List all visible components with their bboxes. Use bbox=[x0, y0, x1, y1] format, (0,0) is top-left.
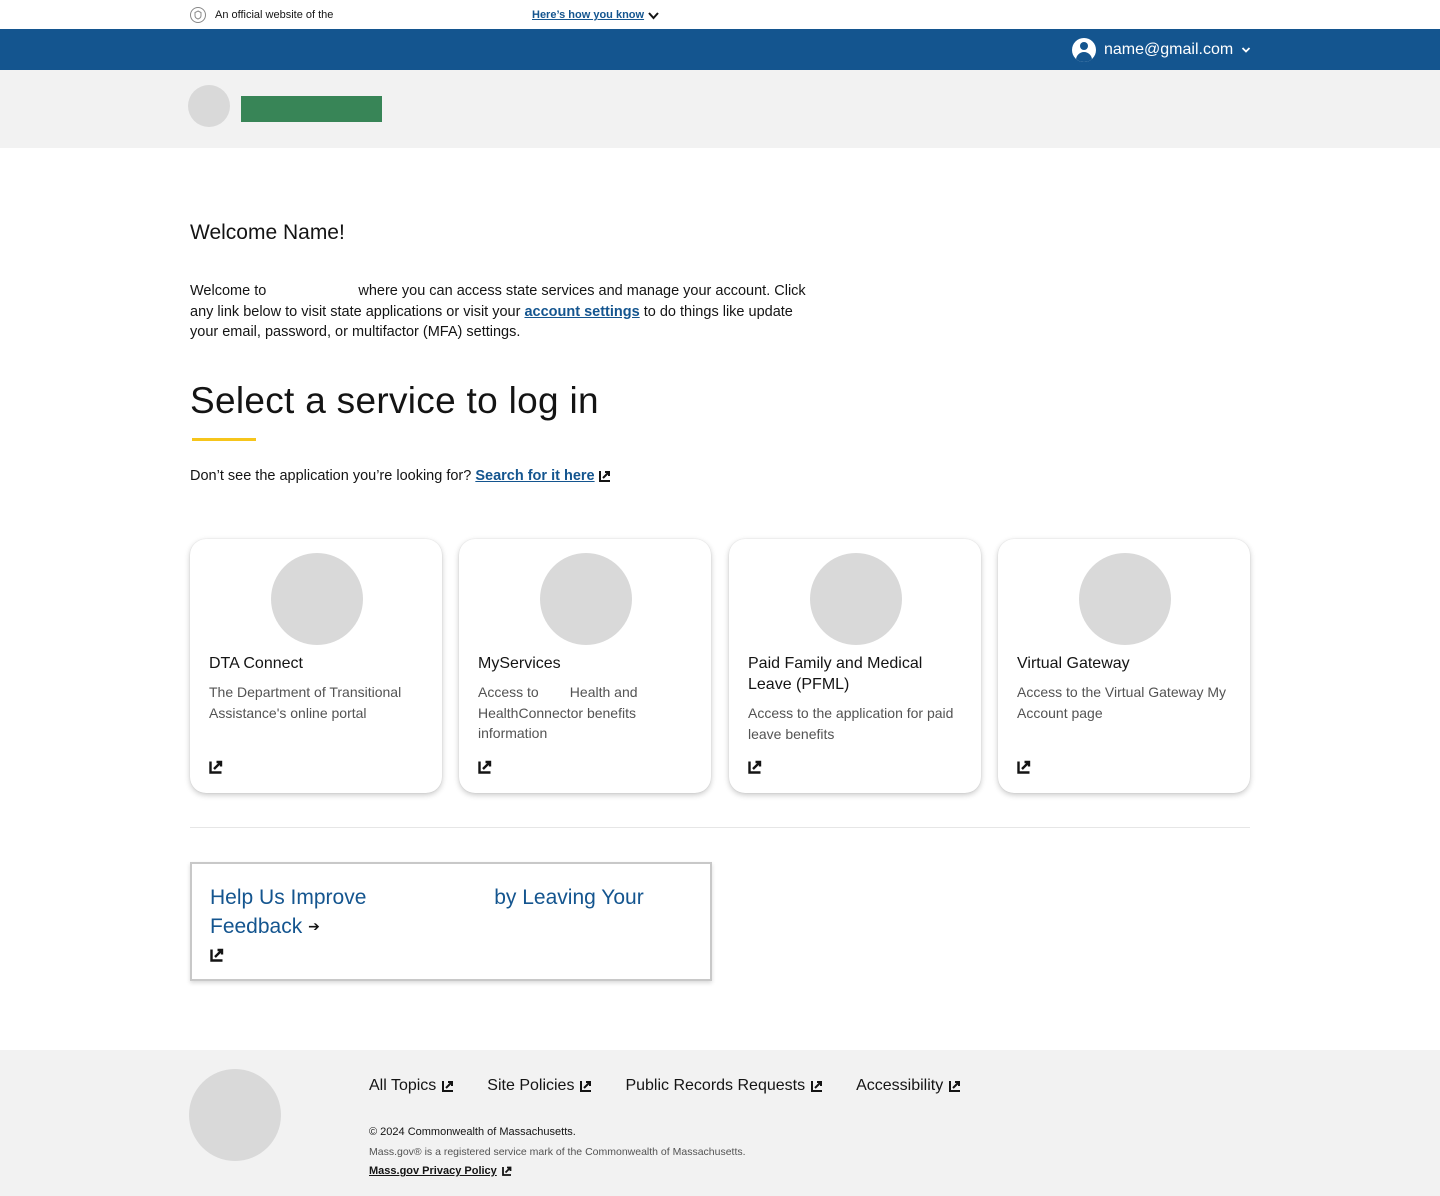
site-logo-image[interactable] bbox=[188, 85, 230, 127]
service-card-myservices[interactable]: MyServices Access to Health and HealthCo… bbox=[459, 539, 711, 793]
search-prompt-text: Don’t see the application you’re looking… bbox=[190, 468, 472, 484]
search-link[interactable]: Search for it here bbox=[475, 468, 594, 484]
section-divider bbox=[190, 827, 1250, 828]
feedback-link-text: Help Us Improve by Leaving Your Feedback… bbox=[210, 883, 680, 941]
footer-link-label: Accessibility bbox=[856, 1077, 944, 1094]
external-link-icon bbox=[949, 1081, 961, 1092]
service-cards: DTA Connect The Department of Transition… bbox=[190, 539, 1250, 793]
official-website-text: An official website of the bbox=[215, 9, 334, 21]
footer-link-all-topics[interactable]: All Topics bbox=[369, 1077, 454, 1095]
external-link-icon bbox=[478, 760, 492, 774]
service-card-dta-connect[interactable]: DTA Connect The Department of Transition… bbox=[190, 539, 442, 793]
footer-link-site-policies[interactable]: Site Policies bbox=[487, 1077, 592, 1095]
service-card-virtual-gateway[interactable]: Virtual Gateway Access to the Virtual Ga… bbox=[998, 539, 1250, 793]
footer-link-public-records[interactable]: Public Records Requests bbox=[625, 1077, 823, 1095]
feedback-text-part1: Help Us Improve bbox=[210, 886, 367, 909]
welcome-text: Welcome to where you can access state se… bbox=[190, 281, 810, 343]
how-you-know-toggle[interactable]: Here’s how you know bbox=[532, 9, 659, 21]
card-description: Access to the application for paid leave… bbox=[748, 705, 954, 742]
card-title: MyServices bbox=[478, 655, 561, 672]
external-link-icon bbox=[580, 1081, 592, 1092]
card-image bbox=[1079, 553, 1171, 645]
official-banner: An official website of the Here’s how yo… bbox=[0, 0, 1440, 29]
footer-link-label: Site Policies bbox=[487, 1077, 575, 1094]
chevron-down-icon bbox=[648, 11, 659, 19]
external-link-icon bbox=[209, 760, 223, 774]
search-prompt: Don’t see the application you’re looking… bbox=[190, 468, 611, 484]
card-description: Access to the Virtual Gateway My Account… bbox=[1017, 684, 1227, 721]
card-image bbox=[810, 553, 902, 645]
chevron-down-icon bbox=[1241, 41, 1251, 59]
card-title: Paid Family and Medical Leave (PFML) bbox=[748, 655, 923, 693]
service-card-pfml[interactable]: Paid Family and Medical Leave (PFML) Acc… bbox=[729, 539, 981, 793]
copyright-text: © 2024 Commonwealth of Massachusetts. bbox=[369, 1126, 576, 1138]
card-image bbox=[271, 553, 363, 645]
site-footer: All Topics Site Policies Public Records … bbox=[0, 1050, 1440, 1196]
services-title: Select a service to log in bbox=[190, 380, 599, 421]
privacy-policy-link[interactable]: Mass.gov Privacy Policy bbox=[369, 1165, 512, 1177]
state-seal-icon bbox=[190, 7, 206, 23]
footer-link-label: Public Records Requests bbox=[625, 1077, 806, 1094]
title-underline bbox=[192, 438, 256, 441]
brand-header bbox=[0, 70, 1440, 148]
welcome-title: Welcome Name! bbox=[190, 221, 345, 244]
external-link-icon bbox=[598, 470, 611, 482]
external-link-icon bbox=[748, 760, 762, 774]
arrow-right-icon: ➔ bbox=[308, 918, 320, 934]
card-image bbox=[540, 553, 632, 645]
how-you-know-label: Here’s how you know bbox=[532, 9, 645, 21]
user-email: name@gmail.com bbox=[1104, 41, 1234, 58]
external-link-icon bbox=[1017, 760, 1031, 774]
card-description: The Department of Transitional Assistanc… bbox=[209, 684, 402, 721]
card-title: Virtual Gateway bbox=[1017, 655, 1130, 672]
account-settings-link[interactable]: account settings bbox=[524, 304, 639, 320]
footer-links: All Topics Site Policies Public Records … bbox=[369, 1077, 994, 1095]
user-avatar-icon bbox=[1072, 38, 1096, 62]
external-link-icon bbox=[442, 1081, 454, 1092]
external-link-icon bbox=[811, 1081, 823, 1092]
user-bar: name@gmail.com bbox=[0, 29, 1440, 70]
welcome-text-part1: Welcome to bbox=[190, 283, 267, 299]
external-link-icon bbox=[501, 1166, 512, 1176]
card-title: DTA Connect bbox=[209, 655, 303, 672]
privacy-policy-label: Mass.gov Privacy Policy bbox=[369, 1165, 497, 1177]
user-account-menu[interactable]: name@gmail.com bbox=[1072, 38, 1251, 62]
footer-logo-image bbox=[189, 1069, 281, 1161]
card-description: Access to Health and HealthConnector ben… bbox=[478, 684, 642, 741]
trademark-text: Mass.gov® is a registered service mark o… bbox=[369, 1146, 746, 1158]
external-link-icon bbox=[210, 948, 224, 962]
site-logo-wordmark[interactable] bbox=[241, 96, 382, 122]
feedback-link-box[interactable]: Help Us Improve by Leaving Your Feedback… bbox=[190, 862, 712, 981]
footer-link-accessibility[interactable]: Accessibility bbox=[856, 1077, 961, 1095]
footer-link-label: All Topics bbox=[369, 1077, 437, 1094]
